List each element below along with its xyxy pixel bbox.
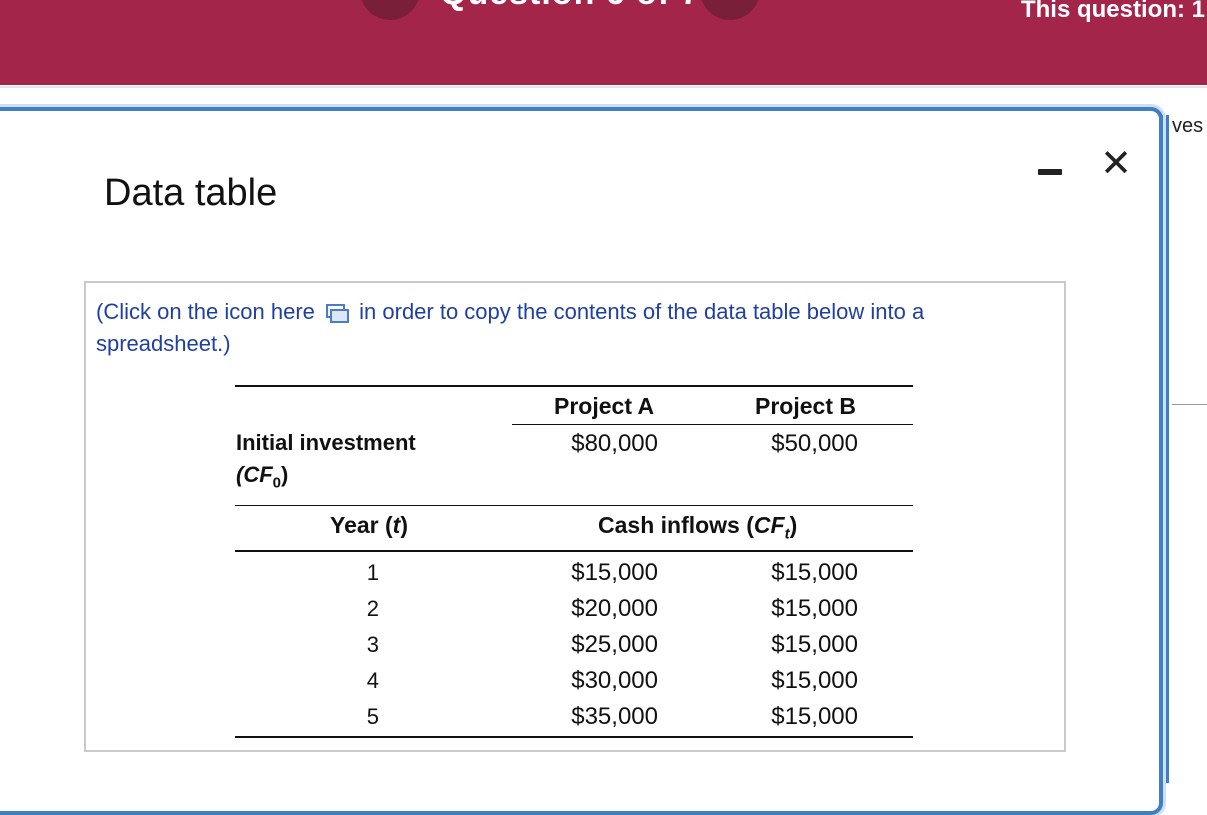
project-a-cell: $25,000 xyxy=(571,631,658,658)
project-b-cell: $15,000 xyxy=(771,559,858,586)
minimize-button[interactable] xyxy=(1036,150,1072,180)
question-score-label: This question: 1 xyxy=(1020,0,1205,23)
table-bottom-rule xyxy=(235,736,913,738)
section-rule xyxy=(235,505,913,506)
column-header-project-b: Project B xyxy=(755,393,856,419)
project-a-cell: $20,000 xyxy=(571,595,658,622)
initial-investment-symbol: (CF0) xyxy=(236,462,289,492)
year-cell: 4 xyxy=(366,668,379,693)
copy-icon[interactable] xyxy=(325,303,350,323)
project-a-cell: $35,000 xyxy=(571,703,658,730)
background-text: ves xyxy=(1172,115,1204,137)
column-header-rule xyxy=(235,550,913,552)
project-a-cell: $30,000 xyxy=(571,667,658,694)
next-question-button[interactable] xyxy=(700,0,760,20)
minimize-icon xyxy=(1038,169,1062,175)
year-cell: 3 xyxy=(366,632,379,657)
year-cell: 5 xyxy=(366,704,379,729)
table-top-rule xyxy=(235,385,913,387)
question-header-bar: Question 6 of 7 This question: 1 xyxy=(0,0,1207,85)
question-title: Question 6 of 7 xyxy=(440,0,701,13)
cash-inflows-header: Cash inflows (CFt) xyxy=(598,512,798,543)
project-b-cell: $15,000 xyxy=(771,631,858,658)
project-b-cell: $15,000 xyxy=(771,703,858,730)
initial-investment-b: $50,000 xyxy=(771,430,858,457)
column-header-project-a: Project A xyxy=(554,393,655,419)
initial-investment-label: Initial investment xyxy=(236,430,416,455)
header-divider xyxy=(0,86,1207,88)
dialog-scrollbar-edge xyxy=(1166,115,1169,783)
dialog-title: Data table xyxy=(104,172,278,214)
project-b-cell: $15,000 xyxy=(771,667,858,694)
close-icon: ✕ xyxy=(1100,143,1132,185)
project-a-cell: $15,000 xyxy=(571,559,658,586)
project-b-cell: $15,000 xyxy=(771,595,858,622)
year-cell: 1 xyxy=(366,560,379,585)
initial-investment-a: $80,000 xyxy=(571,430,658,457)
close-button[interactable]: ✕ xyxy=(1098,144,1134,184)
instruction-text-before: (Click on the icon here xyxy=(96,299,315,324)
project-header-rule xyxy=(512,424,913,425)
dialog-scrollbar-track[interactable] xyxy=(1160,115,1163,783)
background-divider xyxy=(1172,404,1207,405)
year-cell: 2 xyxy=(366,596,379,621)
copy-instruction: (Click on the icon here in order to copy… xyxy=(96,296,1046,360)
prev-question-button[interactable] xyxy=(360,0,420,20)
year-header: Year (t) xyxy=(330,512,408,538)
